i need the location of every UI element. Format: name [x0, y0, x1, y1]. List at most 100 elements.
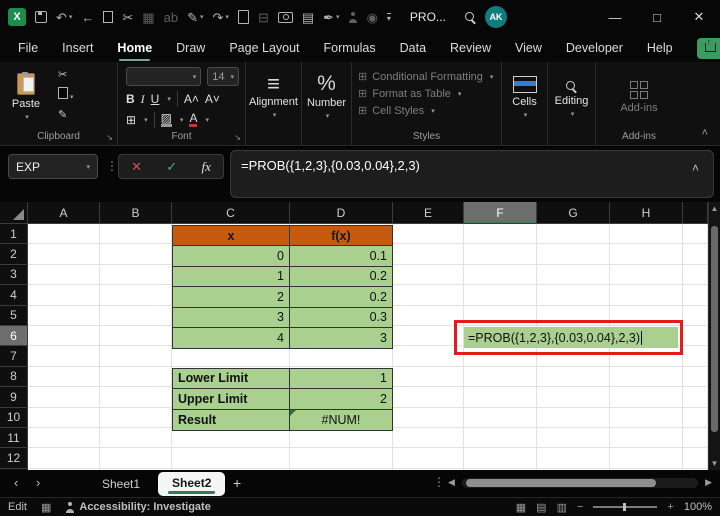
cells-area[interactable]: xf(x)00.110.220.230.343 Lower Limit1Uppe… — [28, 224, 708, 470]
cell[interactable] — [290, 448, 393, 468]
cell[interactable] — [100, 244, 172, 264]
increase-font-button[interactable]: A˄ — [184, 92, 199, 106]
tab-insert[interactable]: Insert — [62, 41, 93, 55]
paste-button[interactable]: Paste ▾ — [0, 62, 52, 128]
column-header-g[interactable]: G — [537, 202, 610, 224]
bold-button[interactable]: B — [126, 92, 135, 106]
limits-label-cell[interactable]: Lower Limit — [173, 369, 290, 389]
cell[interactable] — [610, 428, 683, 448]
cell[interactable] — [464, 387, 537, 407]
vertical-scrollbar[interactable]: ▲ ▼ — [708, 202, 720, 470]
zoom-out-icon[interactable]: − — [577, 501, 583, 513]
cell[interactable] — [100, 346, 172, 366]
cell-styles-button[interactable]: ⊞Cell Styles▾ — [358, 104, 501, 117]
scroll-down-icon[interactable]: ▼ — [709, 459, 720, 468]
cell[interactable] — [393, 448, 464, 468]
name-box[interactable]: EXP▾ — [8, 154, 98, 179]
cell[interactable] — [100, 387, 172, 407]
row-header-12[interactable]: 12 — [0, 448, 28, 468]
horizontal-scroll-thumb[interactable] — [466, 479, 656, 487]
cell[interactable] — [464, 244, 537, 264]
tab-view[interactable]: View — [515, 41, 542, 55]
column-header-c[interactable]: C — [172, 202, 290, 224]
number-button[interactable]: % Number ▾ — [302, 62, 351, 128]
new-file-icon[interactable] — [238, 10, 249, 24]
cell[interactable] — [683, 428, 708, 448]
prob-cell[interactable]: 1 — [173, 267, 290, 287]
cell[interactable] — [172, 346, 290, 366]
prob-cell[interactable]: 0.2 — [290, 287, 392, 307]
row-header-11[interactable]: 11 — [0, 428, 28, 448]
macro-record-icon[interactable]: ▦ — [41, 501, 51, 514]
sheet-tab-sheet1[interactable]: Sheet1 — [88, 472, 154, 496]
cell[interactable] — [683, 346, 708, 366]
cell[interactable] — [610, 285, 683, 305]
camera-icon[interactable] — [278, 12, 293, 23]
cell[interactable] — [290, 346, 393, 366]
cell[interactable] — [100, 367, 172, 387]
prob-cell[interactable]: 3 — [173, 308, 290, 328]
prob-cell[interactable]: 0.3 — [290, 308, 392, 328]
conditional-formatting-button[interactable]: ⊞Conditional Formatting▾ — [358, 70, 501, 83]
cell[interactable] — [28, 428, 100, 448]
cell[interactable] — [683, 265, 708, 285]
row-header-6[interactable]: 6 — [0, 326, 28, 346]
sheet-tab-sheet2[interactable]: Sheet2 — [158, 472, 225, 496]
column-header-b[interactable]: B — [100, 202, 172, 224]
underline-button[interactable]: U — [151, 92, 160, 106]
cell[interactable] — [683, 326, 708, 346]
borders-button[interactable]: ⊞ — [126, 113, 136, 127]
undo-icon[interactable]: ↶▾ — [56, 11, 72, 24]
limits-value-cell[interactable]: 1 — [290, 369, 392, 389]
cell[interactable] — [100, 408, 172, 428]
cell[interactable] — [100, 448, 172, 468]
close-button[interactable]: ✕ — [678, 0, 720, 34]
zoom-slider[interactable] — [593, 506, 657, 508]
cell[interactable] — [464, 367, 537, 387]
draw-touch-icon[interactable]: ✎▾ — [187, 11, 203, 24]
cell[interactable] — [683, 285, 708, 305]
tab-formulas[interactable]: Formulas — [324, 41, 376, 55]
cell[interactable] — [537, 306, 610, 326]
prob-cell[interactable]: 2 — [173, 287, 290, 307]
collapse-formula-bar-icon[interactable]: ˄ — [692, 161, 699, 175]
cell[interactable] — [610, 346, 683, 366]
limits-label-cell[interactable]: Upper Limit — [173, 389, 290, 409]
cell[interactable] — [464, 265, 537, 285]
zoom-in-icon[interactable]: + — [667, 501, 673, 513]
cell[interactable] — [100, 306, 172, 326]
cell[interactable] — [610, 265, 683, 285]
cell[interactable] — [537, 428, 610, 448]
prev-sheet-icon[interactable]: ‹ — [14, 475, 18, 490]
save-icon[interactable] — [35, 11, 47, 23]
cut-button[interactable]: ✂ — [58, 68, 74, 81]
cell[interactable] — [537, 285, 610, 305]
decrease-font-button[interactable]: A˅ — [205, 92, 220, 106]
cell[interactable] — [393, 244, 464, 264]
scroll-left-icon[interactable]: ◀ — [448, 477, 455, 488]
cell[interactable] — [683, 408, 708, 428]
column-header-e[interactable]: E — [393, 202, 464, 224]
tab-developer[interactable]: Developer — [566, 41, 623, 55]
sheet-options-icon[interactable]: ⋮ — [433, 475, 445, 489]
excel-logo-icon[interactable]: X — [8, 8, 26, 26]
prob-cell[interactable]: 0 — [173, 246, 290, 266]
cell[interactable] — [100, 428, 172, 448]
italic-button[interactable]: I — [141, 92, 145, 107]
clipboard-dialog-launcher[interactable]: ↘ — [106, 133, 113, 142]
copy-button[interactable]: ▾ — [58, 87, 74, 102]
font-name-input[interactable]: ▾ — [126, 67, 201, 86]
cell[interactable] — [100, 265, 172, 285]
normal-view-icon[interactable]: ▦ — [516, 501, 526, 514]
copy-icon[interactable] — [103, 11, 113, 23]
maximize-button[interactable]: □ — [636, 0, 678, 34]
font-dialog-launcher[interactable]: ↘ — [234, 133, 241, 142]
row-header-8[interactable]: 8 — [0, 367, 28, 387]
limits-value-cell[interactable]: 2 — [290, 389, 392, 409]
cell[interactable] — [28, 326, 100, 346]
row-header-10[interactable]: 10 — [0, 408, 28, 428]
ink-icon[interactable]: ✒▾ — [323, 11, 339, 24]
column-header-d[interactable]: D — [290, 202, 393, 224]
cell[interactable] — [28, 448, 100, 468]
cell[interactable] — [28, 346, 100, 366]
